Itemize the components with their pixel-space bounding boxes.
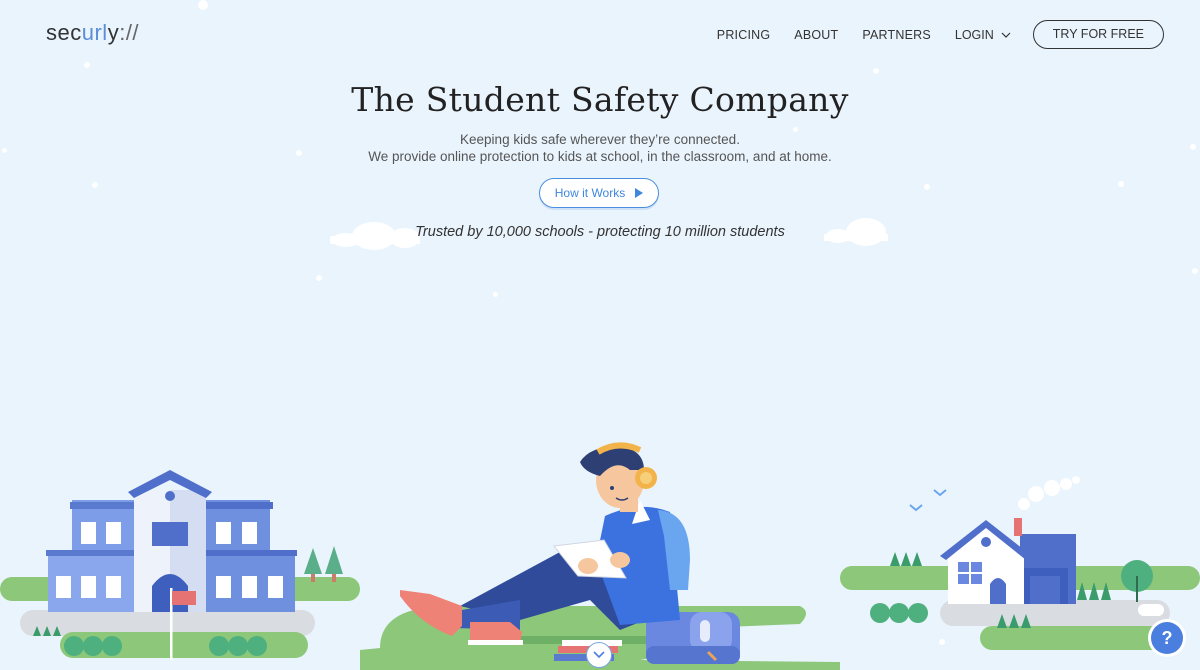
house-scene xyxy=(840,476,1200,650)
how-it-works-button[interactable]: How it Works xyxy=(539,178,659,208)
nav-pricing[interactable]: PRICING xyxy=(717,28,771,42)
logo-text-pre: sec xyxy=(46,20,82,45)
scroll-down-button[interactable] xyxy=(586,642,612,668)
securly-logo[interactable]: securly:// xyxy=(46,20,139,46)
nav-about[interactable]: ABOUT xyxy=(794,28,838,42)
school-scene xyxy=(0,470,360,660)
logo-text-highlight: url xyxy=(81,20,108,45)
hero-subtitle-line1: Keeping kids safe wherever they’re conne… xyxy=(460,132,740,147)
help-button[interactable]: ? xyxy=(1151,622,1183,654)
nav-partners[interactable]: PARTNERS xyxy=(862,28,931,42)
play-icon xyxy=(635,188,644,198)
nav-login-label: LOGIN xyxy=(954,27,994,42)
nav-login[interactable]: LOGIN xyxy=(955,28,1011,42)
trusted-tagline: Trusted by 10,000 schools - protecting 1… xyxy=(415,224,785,240)
logo-text-post: y xyxy=(107,20,120,45)
logo-slashes: :// xyxy=(119,20,140,45)
page-title: The Student Safety Company xyxy=(351,80,849,119)
help-icon: ? xyxy=(1161,627,1173,648)
chevron-down-icon xyxy=(1001,32,1011,38)
hero-subtitle-line2: We provide online protection to kids at … xyxy=(368,149,832,164)
try-for-free-button[interactable]: TRY FOR FREE xyxy=(1032,20,1164,49)
main-nav: PRICING ABOUT PARTNERS LOGIN TRY FOR FRE… xyxy=(717,20,1164,49)
scroll-down-icon xyxy=(593,651,605,659)
how-it-works-label: How it Works xyxy=(554,186,626,200)
student-scene xyxy=(360,442,840,670)
